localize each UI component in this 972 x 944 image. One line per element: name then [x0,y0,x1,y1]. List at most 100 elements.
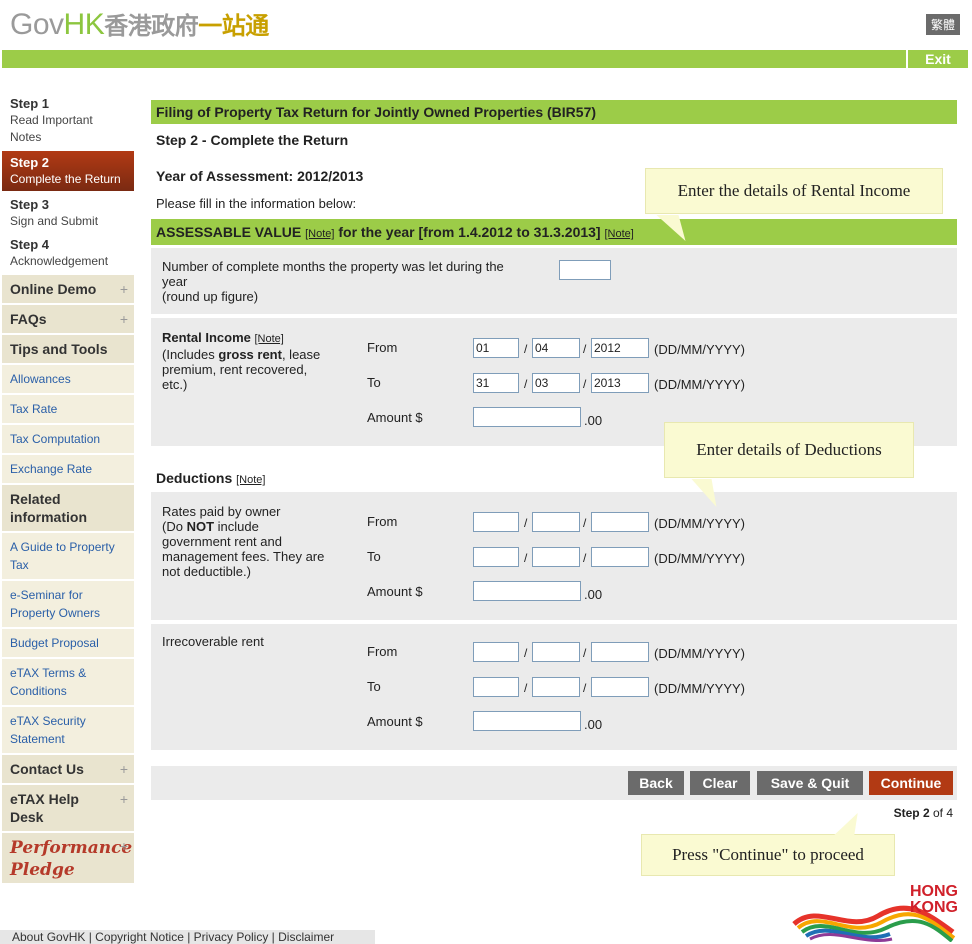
hong-kong-wordmark: HONG KONG [910,884,958,916]
slash: / [583,646,587,660]
callout-text: Enter the details of Rental Income [677,181,911,200]
slash: / [524,646,528,660]
callout-rental-income: Enter the details of Rental Income [645,168,943,241]
months-label: Number of complete months the property w… [162,259,504,304]
sidebar-link-e-seminar[interactable]: e-Seminar for Property Owners [2,579,134,627]
irrecoverable-amount-input[interactable] [473,711,581,731]
rates-from-dd[interactable] [473,512,519,532]
sidebar-online-demo[interactable]: Online Demo + [2,273,134,303]
year-value: 2012/2013 [297,168,364,184]
irrecoverable-from-mm[interactable] [532,642,580,662]
months-label-line: (round up figure) [162,289,259,304]
rates-to-mm[interactable] [532,547,580,567]
rental-to-dd[interactable] [473,373,519,393]
months-let-input[interactable] [559,260,611,280]
footer-links[interactable]: About GovHK | Copyright Notice | Privacy… [0,930,375,944]
rates-from-yyyy[interactable] [591,512,649,532]
sidebar-link-budget-proposal[interactable]: Budget Proposal [2,627,134,657]
rates-from-mm[interactable] [532,512,580,532]
language-toggle-button[interactable]: 繁體 [925,14,960,35]
sidebar-faqs[interactable]: FAQs + [2,303,134,333]
rates-line: government rent and [162,534,282,549]
expand-plus-icon[interactable]: + [120,760,128,778]
sidebar-link-exchange-rate[interactable]: Exchange Rate [2,453,134,483]
back-button[interactable]: Back [628,771,684,795]
sidebar-link-etax-security[interactable]: eTAX Security Statement [2,705,134,753]
note-link[interactable]: [Note] [605,228,634,240]
rental-to-mm[interactable] [532,373,580,393]
slash: / [583,681,587,695]
note-link[interactable]: [Note] [254,333,283,345]
rates-line: management fees. They are [162,549,325,564]
rates-to-yyyy[interactable] [591,547,649,567]
rental-to-yyyy[interactable] [591,373,649,393]
irrecoverable-to-dd[interactable] [473,677,519,697]
cents-suffix: .00 [584,587,603,602]
slash: / [583,551,587,565]
logo-hk-text: HK [63,8,105,41]
rental-title: Rental Income [162,330,251,345]
top-nav-bar: Exit [2,50,968,68]
from-label: From [367,644,398,659]
step-current: Step 2 [893,806,930,820]
rates-line: not deductible.) [162,564,251,579]
note-link[interactable]: [Note] [236,474,265,486]
sidebar-contact-us[interactable]: Contact Us + [2,753,134,783]
rates-amount-input[interactable] [473,581,581,601]
sidebar: Step 1 Read Important Notes Step 2 Compl… [2,92,134,883]
rental-from-yyyy[interactable] [591,338,649,358]
year-of-assessment: Year of Assessment: 2012/2013 [156,168,363,184]
sidebar-related-info-heading: Related information [2,483,134,531]
date-format-hint: (DD/MM/YYYY) [654,646,745,661]
instruction-text: Please fill in the information below: [156,196,357,211]
irrecoverable-from-dd[interactable] [473,642,519,662]
sidebar-link-guide-property-tax[interactable]: A Guide to Property Tax [2,531,134,579]
faqs-label: FAQs [10,311,47,327]
to-label: To [367,679,381,694]
sidebar-link-tax-computation[interactable]: Tax Computation [2,423,134,453]
assessable-value-header: ASSESSABLE VALUE [Note] for the year [fr… [151,219,957,245]
sidebar-etax-help-desk[interactable]: eTAX Help Desk + [2,783,134,831]
to-label: To [367,375,381,390]
expand-plus-icon[interactable]: + [120,838,128,854]
hk-line-1: HONG [910,883,958,900]
note-link[interactable]: [Note] [305,228,334,240]
slash: / [524,551,528,565]
step-number: Step 2 [10,155,50,170]
irrecoverable-to-mm[interactable] [532,677,580,697]
irrecoverable-from-yyyy[interactable] [591,642,649,662]
sidebar-link-etax-terms[interactable]: eTAX Terms & Conditions [2,657,134,705]
year-label: Year of Assessment: [156,168,294,184]
sidebar-step-3: Step 3 Sign and Submit [2,193,134,233]
govhk-logo[interactable]: GovHK香港政府一站通 [10,8,269,43]
slash: / [524,342,528,356]
continue-button[interactable]: Continue [869,771,953,795]
hk-line-2: KONG [910,899,958,916]
irrecoverable-to-yyyy[interactable] [591,677,649,697]
save-quit-button[interactable]: Save & Quit [757,771,863,795]
rental-desc: , lease [281,347,321,362]
sidebar-link-tax-rate[interactable]: Tax Rate [2,393,134,423]
page-title: Filing of Property Tax Return for Jointl… [151,100,957,124]
rates-not: NOT [186,519,215,534]
exit-button[interactable]: Exit [906,50,968,68]
slash: / [583,377,587,391]
amount-label: Amount $ [367,584,423,599]
rental-from-dd[interactable] [473,338,519,358]
expand-plus-icon[interactable]: + [120,790,128,808]
expand-plus-icon[interactable]: + [120,310,128,328]
date-format-hint: (DD/MM/YYYY) [654,681,745,696]
rates-to-dd[interactable] [473,547,519,567]
rental-from-mm[interactable] [532,338,580,358]
performance-pledge-logo: Performance Pledge [10,837,132,881]
brand-hong-kong-logo: HONG KONG [788,884,958,942]
expand-plus-icon[interactable]: + [120,280,128,298]
sidebar-performance-pledge[interactable]: Performance Pledge + [2,831,134,883]
clear-button[interactable]: Clear [690,771,750,795]
rental-amount-input[interactable] [473,407,581,427]
sidebar-link-allowances[interactable]: Allowances [2,363,134,393]
slash: / [583,516,587,530]
step-label: Complete the Return [10,172,121,186]
online-demo-label: Online Demo [10,281,97,297]
sidebar-step-1: Step 1 Read Important Notes [2,92,134,149]
